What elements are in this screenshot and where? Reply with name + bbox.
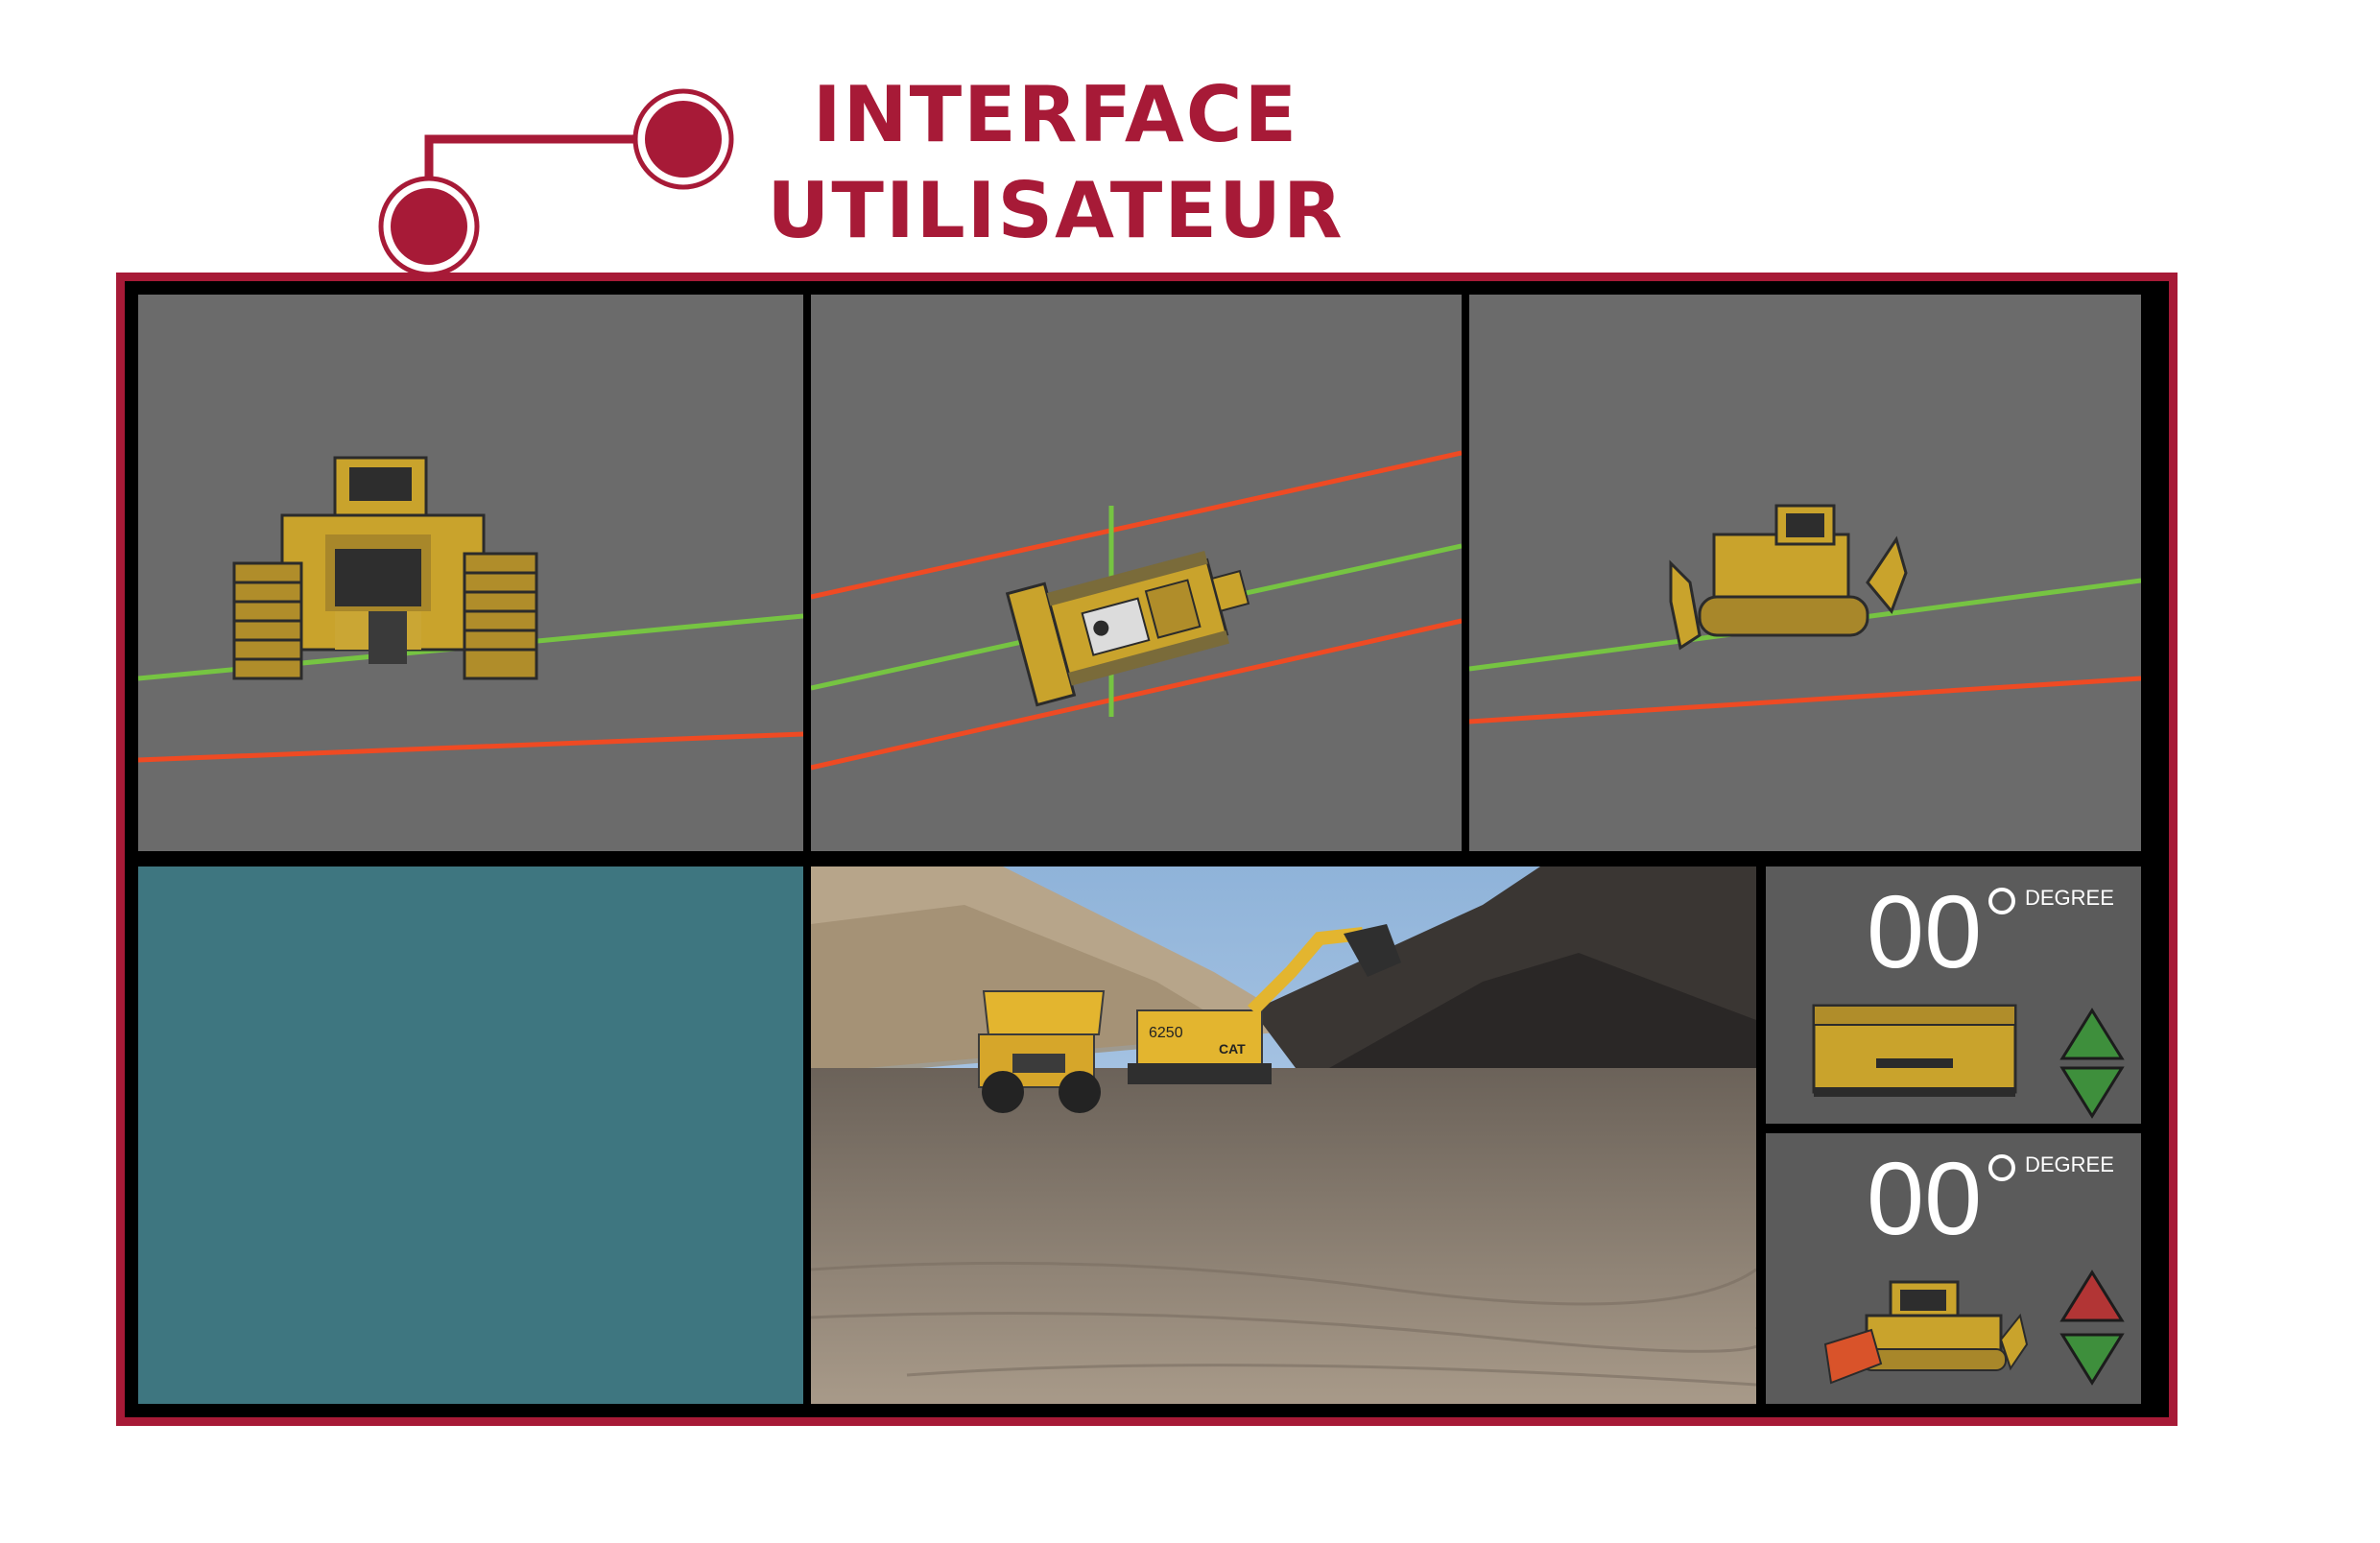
- interface-frame: 6250 CAT 00 DEGREE 00 DEGREE: [116, 273, 2178, 1426]
- svg-text:CAT: CAT: [1219, 1041, 1246, 1056]
- degree-symbol: [1988, 888, 2015, 914]
- tilt-unit: DEGREE: [2025, 886, 2114, 910]
- tilt-up-button[interactable]: [2059, 1006, 2126, 1063]
- lift-unit: DEGREE: [2025, 1152, 2114, 1176]
- blank-panel: [138, 866, 803, 1404]
- blade-front-icon: [1812, 1004, 2017, 1097]
- bulldozer-blade-icon: [1823, 1280, 2029, 1385]
- arrow-down-icon: [2059, 1333, 2125, 1386]
- arrow-up-icon: [2059, 1008, 2125, 1060]
- camera-feed: 6250 CAT: [811, 866, 1756, 1404]
- open-pit-mine-camera-image: 6250 CAT: [811, 866, 1756, 1404]
- tilt-value: 00: [1867, 873, 1983, 989]
- connector-decoration: [378, 88, 734, 277]
- tilt-down-button[interactable]: [2059, 1063, 2126, 1121]
- rear-view-panel[interactable]: [138, 295, 803, 851]
- blade-lift-gauge: 00 DEGREE: [1766, 1133, 2141, 1404]
- degree-symbol: [1988, 1154, 2015, 1181]
- svg-text:6250: 6250: [1149, 1025, 1183, 1041]
- arrow-up-icon: [2059, 1270, 2125, 1322]
- arrow-down-icon: [2059, 1066, 2125, 1119]
- blade-tilt-gauge: 00 DEGREE: [1766, 866, 2141, 1124]
- side-view-panel[interactable]: [1469, 295, 2141, 851]
- lift-down-button[interactable]: [2059, 1330, 2126, 1388]
- top-view-panel[interactable]: [811, 295, 1462, 851]
- lift-up-button[interactable]: [2059, 1268, 2126, 1325]
- lift-value: 00: [1867, 1140, 1983, 1256]
